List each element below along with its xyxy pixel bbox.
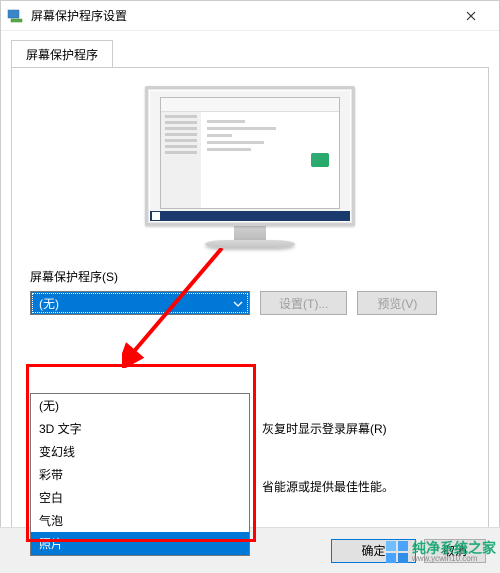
screensaver-label: 屏幕保护程序(S) [30,268,118,285]
chevron-down-icon [233,296,243,310]
combo-selected-text: (无) [39,295,59,312]
tabs: 屏幕保护程序 [1,31,499,67]
titlebar: 屏幕保护程序设置 [1,1,499,31]
resume-checkbox-label-fragment: 灰复时显示登录屏幕(R) [262,420,387,437]
dropdown-option[interactable]: 气泡 [31,509,249,532]
screensaver-settings-window: 屏幕保护程序设置 屏幕保护程序 [0,0,500,573]
settings-button[interactable]: 设置(T)... [260,291,347,315]
power-description-fragment: 省能源或提供最佳性能。 [262,478,394,495]
window-title: 屏幕保护程序设置 [31,7,448,24]
tab-screensaver[interactable]: 屏幕保护程序 [11,40,113,68]
dropdown-option[interactable]: 彩带 [31,463,249,486]
watermark-brand: 纯净系统之家 [412,541,496,555]
watermark-url: www.ycwin10.com [412,555,496,563]
app-icon [7,8,23,24]
tab-panel: 屏幕保护程序(S) (无) 设置(T)... 预览(V) (无) 3D 文字 变… [11,67,489,547]
dropdown-option[interactable]: (无) [31,394,249,417]
preview-button[interactable]: 预览(V) [357,291,437,315]
dropdown-option[interactable]: 空白 [31,486,249,509]
monitor-preview [30,86,470,248]
dropdown-option[interactable]: 3D 文字 [31,417,249,440]
close-button[interactable] [448,1,493,31]
dropdown-option[interactable]: 变幻线 [31,440,249,463]
dropdown-option[interactable]: 照片 [31,532,249,555]
watermark: 纯净系统之家 www.ycwin10.com [382,539,500,565]
screensaver-dropdown-list[interactable]: (无) 3D 文字 变幻线 彩带 空白 气泡 照片 [30,393,250,556]
screensaver-combo[interactable]: (无) [30,291,250,315]
watermark-logo-icon [386,541,408,563]
